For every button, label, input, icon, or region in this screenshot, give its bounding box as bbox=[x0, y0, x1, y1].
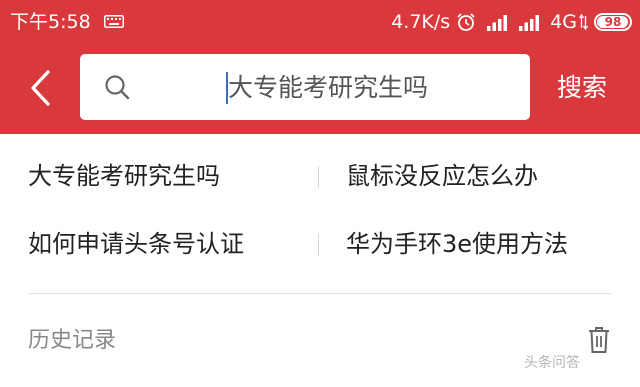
suggestion-row: 如何申请头条号认证 华为手环3e使用方法 bbox=[0, 210, 640, 278]
alarm-icon bbox=[457, 13, 475, 31]
status-time: 下午5:58 bbox=[10, 11, 91, 33]
network-speed: 4.7K/s bbox=[391, 11, 451, 33]
search-button[interactable]: 搜索 bbox=[557, 70, 607, 106]
signal-icon bbox=[487, 15, 508, 31]
keyboard-icon bbox=[104, 15, 124, 28]
back-button[interactable] bbox=[20, 68, 60, 108]
network-type: 4G bbox=[550, 11, 577, 33]
trash-icon[interactable] bbox=[588, 326, 610, 354]
suggestion-item[interactable]: 如何申请头条号认证 bbox=[28, 226, 244, 262]
watermark: 头条问答 bbox=[524, 355, 580, 371]
data-arrows-icon bbox=[579, 14, 588, 30]
search-icon bbox=[105, 75, 130, 100]
column-divider bbox=[318, 166, 319, 188]
signal-icon bbox=[519, 15, 540, 31]
battery-indicator: 98 bbox=[594, 13, 632, 31]
suggestion-list: 大专能考研究生吗 鼠标没反应怎么办 如何申请头条号认证 华为手环3e使用方法 bbox=[0, 134, 640, 278]
column-divider bbox=[318, 234, 319, 256]
history-title: 历史记录 bbox=[28, 328, 117, 353]
suggestion-item[interactable]: 大专能考研究生吗 bbox=[28, 158, 220, 194]
status-bar: 下午5:58 4.7K/s 4G 98 bbox=[0, 0, 640, 44]
battery-level: 98 bbox=[604, 15, 622, 29]
section-divider bbox=[28, 293, 612, 294]
suggestion-row: 大专能考研究生吗 鼠标没反应怎么办 bbox=[0, 142, 640, 210]
suggestion-item[interactable]: 鼠标没反应怎么办 bbox=[346, 158, 538, 194]
search-input[interactable] bbox=[228, 64, 518, 110]
suggestion-item[interactable]: 华为手环3e使用方法 bbox=[346, 226, 568, 262]
back-arrow-icon bbox=[31, 70, 50, 106]
app-header: 下午5:58 4.7K/s 4G 98 大专能考研究生吗 搜索 bbox=[0, 0, 640, 134]
search-box[interactable] bbox=[80, 54, 530, 120]
status-icons: 4.7K/s 4G 98 bbox=[391, 9, 632, 35]
